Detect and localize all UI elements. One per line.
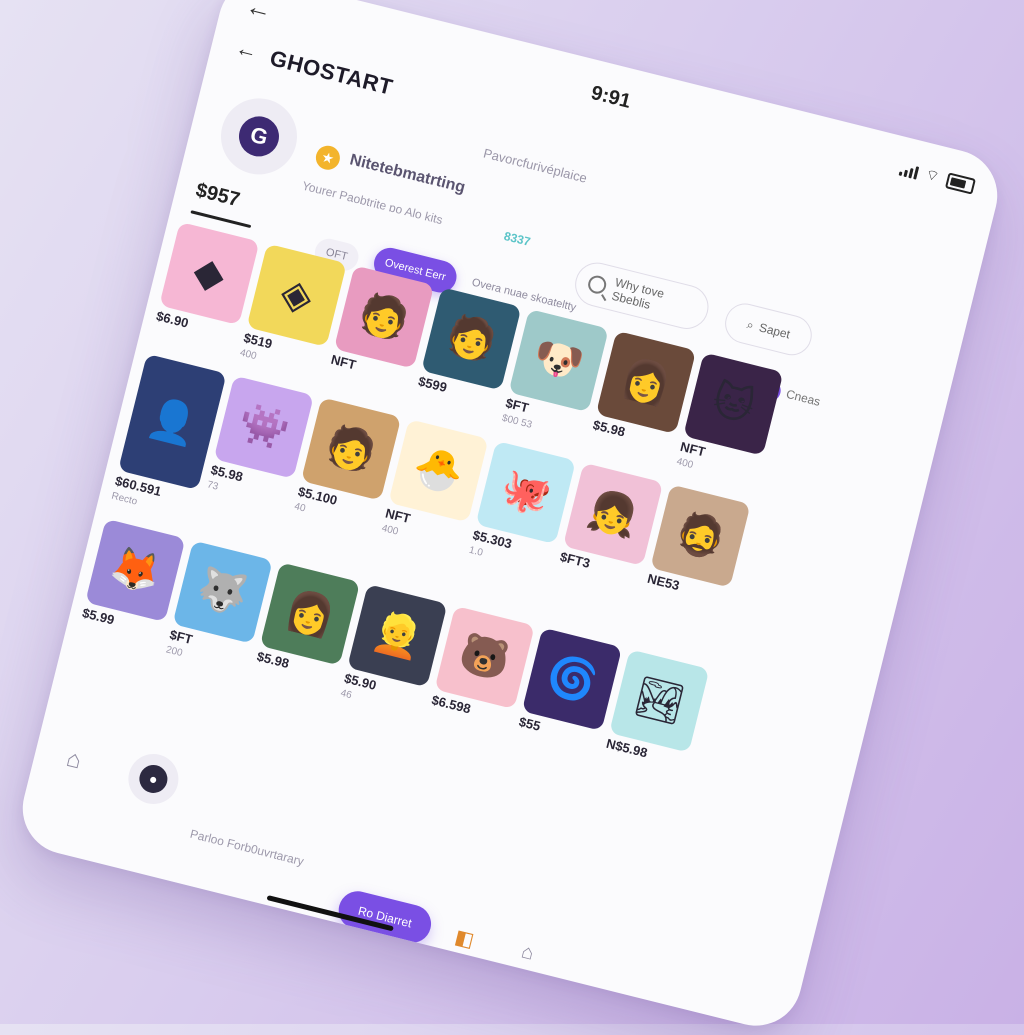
- geometric-art-icon: ◆: [189, 248, 230, 299]
- nft-thumbnail[interactable]: 🐶: [508, 308, 609, 413]
- nft-thumbnail[interactable]: 🧑: [333, 265, 435, 369]
- balance-underline: [190, 210, 252, 229]
- nft-thumbnail[interactable]: 👧: [562, 462, 664, 566]
- glasses-man-icon: 🧔: [670, 508, 730, 564]
- nft-thumbnail[interactable]: 🐺: [172, 540, 273, 644]
- punk-avatar-icon: 🧑: [321, 421, 381, 477]
- bookmark-icon: ⌕: [745, 316, 756, 332]
- avatar-icon: ●: [136, 761, 171, 796]
- back-button[interactable]: ←: [233, 35, 260, 66]
- filter-label[interactable]: Cneas: [785, 387, 822, 409]
- silver-hair-avatar-icon: 👱: [367, 608, 427, 664]
- nft-thumbnail[interactable]: 🧔: [650, 484, 751, 588]
- logo-icon: G: [234, 112, 284, 161]
- pink-hair-avatar-icon: 🧑: [354, 289, 414, 345]
- status-time: 9:91: [588, 81, 633, 113]
- shopping-bag-icon[interactable]: ◧: [452, 924, 477, 953]
- collection-title: Nitetebmatrting: [348, 151, 467, 197]
- nft-thumbnail[interactable]: 🏞: [609, 649, 710, 753]
- nft-thumbnail[interactable]: 🧑: [300, 397, 402, 501]
- neon-fox-icon: 🦊: [105, 543, 165, 598]
- landscape-art-icon: 🏞: [629, 673, 690, 729]
- search-placeholder: Why tove Sbeblis: [610, 275, 666, 312]
- coin-icon: ★: [313, 143, 343, 173]
- blue-wolf-icon: 🐺: [193, 564, 253, 620]
- redhead-avatar-icon: 👩: [616, 354, 676, 410]
- cosmic-portal-icon: 🌀: [542, 651, 602, 707]
- brown-hair-girl-icon: 👩: [280, 586, 340, 642]
- violet-creature-icon: 👾: [234, 399, 294, 455]
- colorful-girl-icon: 👧: [583, 486, 643, 542]
- status-icons: ⌔: [898, 159, 977, 196]
- nft-thumbnail[interactable]: 👱: [347, 584, 448, 688]
- marketplace-label: Pavorcfurivéplaice: [481, 145, 589, 186]
- nft-thumbnail[interactable]: 👾: [213, 375, 314, 479]
- wifi-icon: ⌔: [923, 166, 942, 186]
- footer-note: Parloo Forb0uvrtarary: [188, 826, 306, 869]
- search-bar[interactable]: Why tove Sbeblis: [570, 257, 714, 334]
- purple-cat-icon: 🐱: [707, 377, 759, 431]
- save-button[interactable]: ⌕ Sapet: [720, 299, 816, 360]
- app-title: GHOSTART: [267, 45, 396, 100]
- nft-thumbnail[interactable]: 👩: [595, 330, 697, 434]
- nft-thumbnail[interactable]: 🦊: [85, 518, 186, 623]
- nft-thumbnail[interactable]: 🐣: [388, 419, 489, 523]
- signal-icon: [898, 161, 920, 180]
- home-nav-icon[interactable]: ⌂: [519, 940, 536, 965]
- nft-thumbnail[interactable]: 🧑: [421, 287, 522, 391]
- nft-card[interactable]: 🐱 NFT 400: [675, 352, 784, 486]
- profile-avatar[interactable]: ●: [123, 748, 184, 810]
- profile-logo[interactable]: G: [212, 90, 306, 183]
- nft-thumbnail[interactable]: 🐱: [683, 352, 784, 456]
- search-icon: [586, 273, 609, 296]
- balance-value: $957: [193, 179, 243, 212]
- nft-thumbnail[interactable]: 🐻: [434, 605, 535, 710]
- cyan-octopus-icon: 🐙: [496, 465, 556, 520]
- nft-thumbnail[interactable]: 🐙: [475, 440, 576, 545]
- home-icon[interactable]: ⌂: [63, 745, 85, 776]
- nft-thumbnail[interactable]: 🌀: [521, 627, 623, 731]
- save-label: Sapet: [757, 320, 792, 342]
- battery-icon: [945, 171, 977, 195]
- tablet-device: ← 9:91 ⌔ ← GHOSTART Pavorcfurivéplaice G…: [13, 0, 1007, 1035]
- nft-thumbnail[interactable]: 👩: [259, 562, 361, 666]
- orange-blob-icon: 🐣: [408, 443, 468, 499]
- nft-thumbnail[interactable]: ◆: [159, 221, 260, 326]
- robot-dog-icon: 🐶: [529, 333, 589, 388]
- collection-price: 8337: [502, 228, 532, 249]
- space-girl-icon: 👤: [142, 394, 202, 450]
- geometric-art-icon: ◈: [276, 270, 317, 321]
- back-arrow-icon[interactable]: ←: [243, 0, 275, 26]
- nft-thumbnail[interactable]: ◈: [246, 243, 347, 347]
- peach-bear-icon: 🐻: [455, 630, 515, 685]
- teal-hair-avatar-icon: 🧑: [441, 311, 501, 367]
- nft-card[interactable]: 🏞 N$5.98: [601, 649, 710, 783]
